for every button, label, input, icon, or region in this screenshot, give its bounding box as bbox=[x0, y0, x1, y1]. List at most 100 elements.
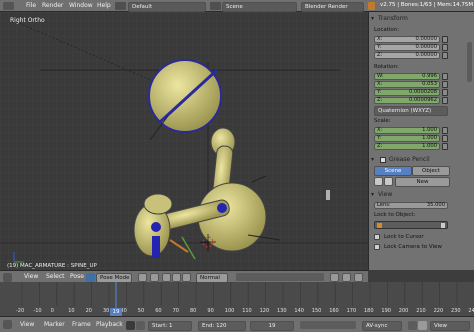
render-preview-icon[interactable] bbox=[342, 273, 351, 282]
menu-pose[interactable]: Pose bbox=[70, 273, 84, 280]
camera-icon[interactable] bbox=[354, 273, 363, 282]
rotation-z-field[interactable]: Z: 0.0000962 bbox=[374, 97, 440, 104]
rotation-mode-selector[interactable]: Quaternion (WXYZ) bbox=[374, 106, 448, 116]
keying-set-icon[interactable] bbox=[408, 321, 417, 330]
keying-icon[interactable] bbox=[136, 321, 145, 330]
menu-frame[interactable]: Frame bbox=[72, 321, 91, 328]
lock-icon[interactable] bbox=[442, 81, 448, 88]
view-panel-header[interactable]: View bbox=[369, 190, 474, 199]
insert-key-icon[interactable] bbox=[418, 321, 427, 330]
current-frame-field[interactable]: 19 bbox=[250, 321, 294, 331]
lock-to-object-label: Lock to Object: bbox=[374, 212, 416, 218]
location-z-field[interactable]: Z: 0.00000 bbox=[374, 52, 440, 59]
selected-joint-knee[interactable] bbox=[151, 222, 161, 232]
translate-icon[interactable] bbox=[172, 273, 181, 282]
lock-camera-label: Lock Camera to View bbox=[384, 244, 442, 250]
pivot-icon[interactable] bbox=[150, 273, 159, 282]
timeline-tick-label: 70 bbox=[172, 308, 179, 314]
lock-icon[interactable] bbox=[442, 73, 448, 80]
view-selector[interactable]: View bbox=[430, 321, 470, 331]
editor-type-3d-icon[interactable] bbox=[3, 273, 12, 282]
menu-help[interactable]: Help bbox=[97, 2, 111, 9]
grease-object-tab[interactable]: Object bbox=[412, 166, 450, 176]
editor-type-icon[interactable] bbox=[3, 2, 14, 10]
lock-icon[interactable] bbox=[442, 36, 448, 43]
rotate-icon[interactable] bbox=[182, 273, 191, 282]
timeline-tick-label: 10 bbox=[68, 308, 75, 314]
panel-scrollbar[interactable] bbox=[467, 42, 472, 82]
lens-field[interactable]: Lens: 35.000 bbox=[374, 202, 448, 209]
editor-type-timeline-icon[interactable] bbox=[3, 320, 12, 329]
timeline-tick-label: -10 bbox=[33, 308, 42, 314]
blender-window: File Render Window Help Default Scene Bl… bbox=[0, 0, 474, 332]
3d-viewport[interactable]: Right Ortho (19) MAC_ARMATURE : SPINE_UP bbox=[0, 12, 368, 270]
timeline-tick-label: 140 bbox=[294, 308, 304, 314]
rotation-w-field[interactable]: W: 0.996 bbox=[374, 73, 440, 80]
selected-bone-shin[interactable] bbox=[152, 236, 160, 258]
eyedropper-icon[interactable] bbox=[441, 223, 445, 228]
menu-select[interactable]: Select bbox=[46, 273, 65, 280]
scene-selector[interactable]: Scene bbox=[222, 2, 297, 12]
lock-icon[interactable] bbox=[442, 135, 448, 142]
grid-floor bbox=[0, 12, 368, 270]
info-header: File Render Window Help Default Scene Bl… bbox=[0, 0, 474, 12]
menu-file[interactable]: File bbox=[26, 2, 36, 9]
start-frame-field[interactable]: Start: 1 bbox=[148, 321, 192, 331]
grease-pencil-checkbox[interactable] bbox=[380, 157, 386, 163]
dropdown-icon[interactable] bbox=[384, 177, 393, 186]
timeline-tick-label: 0 bbox=[50, 308, 54, 314]
scale-z-field[interactable]: Z: 1.000 bbox=[374, 143, 440, 150]
snap-icon[interactable] bbox=[330, 273, 339, 282]
location-x-field[interactable]: X: 0.00000 bbox=[374, 36, 440, 43]
lock-camera-checkbox[interactable] bbox=[374, 244, 380, 250]
menu-window[interactable]: Window bbox=[69, 2, 93, 9]
playback-controls[interactable] bbox=[300, 321, 356, 329]
screen-layout-icon bbox=[115, 2, 126, 10]
timeline-tick-label: 60 bbox=[155, 308, 162, 314]
timeline-tick-label: 50 bbox=[137, 308, 145, 314]
timeline-editor[interactable]: -20 -10 0 10 20 30 40 50 60 70 80 90 100 110 120 130 140… bbox=[0, 282, 474, 316]
end-frame-field[interactable]: End: 120 bbox=[198, 321, 246, 331]
lock-object-field[interactable] bbox=[374, 221, 448, 229]
pencil-icon[interactable] bbox=[374, 177, 383, 186]
lock-icon[interactable] bbox=[442, 52, 448, 59]
lock-icon[interactable] bbox=[442, 89, 448, 96]
rotation-y-field[interactable]: Y: 0.0000208 bbox=[374, 89, 440, 96]
record-icon[interactable] bbox=[126, 321, 135, 330]
lock-icon[interactable] bbox=[442, 97, 448, 104]
selected-joint-elbow[interactable] bbox=[217, 203, 227, 213]
lock-icon[interactable] bbox=[442, 127, 448, 134]
scale-x-field[interactable]: X: 1.000 bbox=[374, 127, 440, 134]
timeline-tick-label: 30 bbox=[103, 308, 110, 314]
manipulator-icon[interactable] bbox=[162, 273, 171, 282]
timeline-ruler: -20 -10 0 10 20 30 40 50 60 70 80 90 100 110 120 130 140… bbox=[0, 306, 474, 316]
menu-timeline-view[interactable]: View bbox=[20, 321, 34, 328]
sidebar-toggle-handle[interactable] bbox=[326, 190, 330, 200]
timeline-tick-label: 130 bbox=[277, 308, 287, 314]
pose-mode-icon bbox=[86, 273, 95, 282]
properties-sidebar: Transform Location: X:0.00000 Y:0.00000 … bbox=[368, 12, 474, 270]
location-y-field[interactable]: Y: 0.00000 bbox=[374, 44, 440, 51]
layer-buttons[interactable] bbox=[236, 273, 324, 281]
transform-panel-header[interactable]: Transform bbox=[369, 14, 474, 23]
rotation-x-field[interactable]: X: 0.053 bbox=[374, 81, 440, 88]
lock-icon[interactable] bbox=[442, 143, 448, 150]
current-frame-indicator[interactable]: 19 bbox=[110, 308, 122, 316]
menu-render[interactable]: Render bbox=[42, 2, 63, 9]
layout-selector[interactable]: Default bbox=[128, 2, 206, 12]
lock-to-cursor-checkbox[interactable] bbox=[374, 234, 380, 240]
menu-playback[interactable]: Playback bbox=[96, 321, 123, 328]
render-engine-selector[interactable]: Blender Render bbox=[301, 2, 364, 12]
new-grease-pencil-button[interactable]: New bbox=[395, 177, 450, 187]
scale-y-field[interactable]: Y: 1.000 bbox=[374, 135, 440, 142]
timeline-header: View Marker Frame Playback Start: 1 End:… bbox=[0, 316, 474, 332]
rotation-label: Rotation: bbox=[374, 64, 399, 70]
menu-marker[interactable]: Marker bbox=[44, 321, 65, 328]
timeline-tick-label: 210 bbox=[416, 308, 426, 314]
lock-icon[interactable] bbox=[442, 44, 448, 51]
shading-icon[interactable] bbox=[138, 273, 147, 282]
sync-mode-selector[interactable]: AV-sync bbox=[362, 321, 402, 331]
menu-view[interactable]: View bbox=[24, 273, 38, 280]
grease-scene-tab[interactable]: Scene bbox=[374, 166, 412, 176]
timeline-tick-label: 230 bbox=[451, 308, 461, 314]
